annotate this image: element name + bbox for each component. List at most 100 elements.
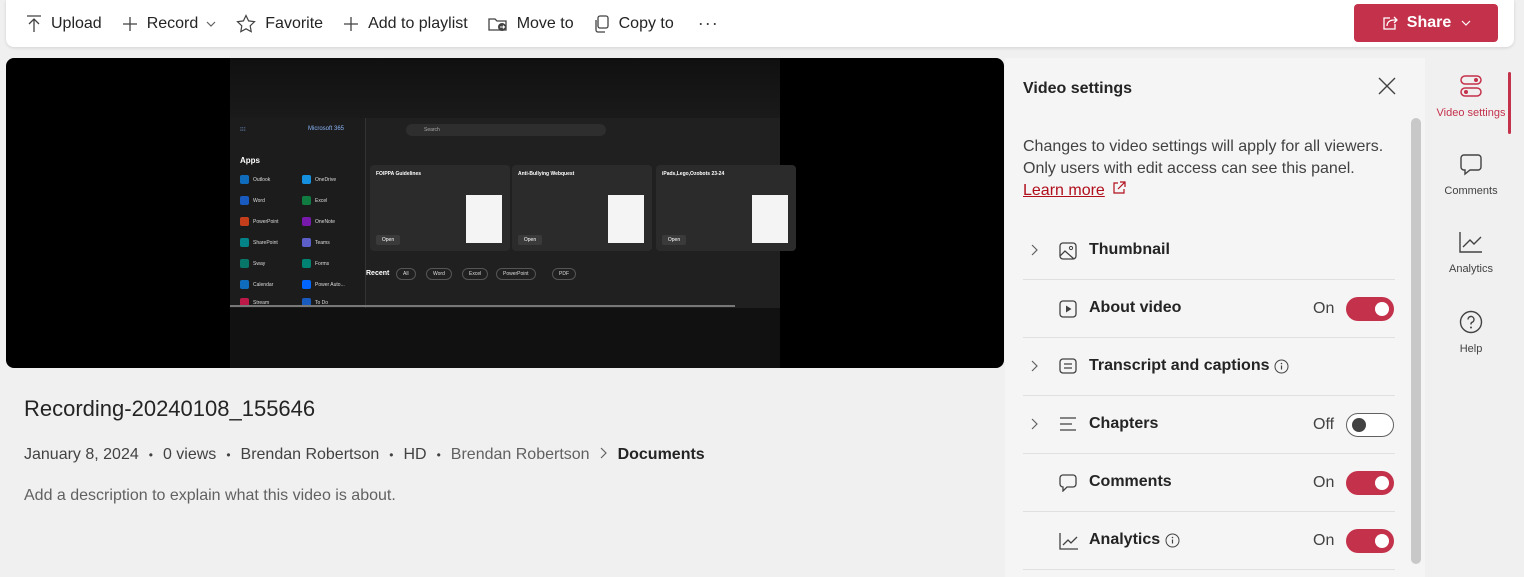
rail-video-settings[interactable]: Video settings [1428, 74, 1514, 119]
rail-label: Comments [1444, 185, 1498, 197]
app-item: Excel [302, 196, 327, 205]
file-card: iPads,Lego,Ozobots 23-24 Open [656, 165, 796, 251]
setting-row-analytics: Analytics On [1023, 512, 1395, 570]
copy-to-button[interactable]: Copy to [594, 0, 674, 47]
m365-screenshot: ⁝⁝⁝ Microsoft 365 Apps Outlook OneDrive … [230, 118, 796, 308]
copy-to-label: Copy to [618, 14, 674, 32]
app-item: PowerPoint [240, 217, 279, 226]
captions-icon [1059, 358, 1077, 374]
chapters-toggle[interactable] [1346, 413, 1394, 437]
move-to-label: Move to [516, 14, 574, 32]
analytics-icon [1059, 533, 1078, 550]
rail-help[interactable]: Help [1428, 310, 1514, 355]
about-video-toggle[interactable] [1346, 297, 1394, 321]
setting-label: Comments [1089, 473, 1172, 490]
close-button[interactable] [1377, 76, 1397, 101]
upload-button[interactable]: Upload [26, 0, 102, 47]
filter-chip: PowerPoint [496, 268, 536, 280]
app-item: Calendar [240, 280, 273, 289]
rail-comments[interactable]: Comments [1428, 152, 1514, 197]
breadcrumb-current[interactable]: Documents [618, 446, 705, 464]
filter-chip: PDF [552, 268, 576, 280]
chevron-right-icon [1031, 244, 1038, 256]
share-label: Share [1406, 14, 1452, 31]
panel-title: Video settings [1023, 80, 1133, 97]
info-icon[interactable] [1274, 359, 1289, 374]
video-settings-icon [1460, 75, 1482, 97]
rail-analytics[interactable]: Analytics [1428, 230, 1514, 275]
comments-toggle[interactable] [1346, 471, 1394, 495]
toggle-state: On [1313, 532, 1335, 549]
app-item: OneNote [302, 217, 335, 226]
more-options-button[interactable]: ··· [698, 0, 719, 47]
add-to-playlist-button[interactable]: Add to playlist [343, 0, 468, 47]
m365-label: Microsoft 365 [308, 126, 345, 132]
setting-label: Analytics [1089, 531, 1180, 549]
view-count: 0 views [162, 446, 217, 463]
upload-icon [27, 14, 41, 32]
file-card: Anti-Bullying Webquest Open [512, 165, 652, 251]
info-icon[interactable] [1165, 533, 1180, 548]
favorite-button[interactable]: Favorite [236, 0, 323, 47]
star-icon [236, 14, 257, 33]
share-icon [1383, 16, 1398, 30]
video-progress-bar[interactable] [230, 305, 735, 307]
setting-row-about-video: About video On [1023, 280, 1395, 338]
favorite-label: Favorite [265, 14, 324, 32]
plus-icon [122, 16, 137, 31]
right-rail: Video settings Comments Analytics Help [1428, 58, 1524, 577]
video-date: January 8, 2024 [24, 446, 139, 463]
setting-row-thumbnail[interactable]: Thumbnail [1023, 222, 1395, 280]
comment-icon [1460, 154, 1482, 176]
video-frame: ⁝⁝⁝ Microsoft 365 Apps Outlook OneDrive … [230, 58, 796, 368]
breadcrumb-root[interactable]: Brendan Robertson [451, 446, 590, 464]
setting-label: About video [1089, 299, 1182, 316]
setting-label: Transcript and captions [1089, 357, 1289, 375]
rail-label: Help [1459, 343, 1483, 355]
toggle-state: On [1313, 300, 1335, 317]
setting-label: Thumbnail [1089, 241, 1170, 258]
chevron-right-icon [600, 446, 608, 464]
video-title: Recording-20240108_155646 [24, 396, 316, 421]
toggle-state: On [1313, 474, 1335, 491]
app-item: Teams [302, 238, 330, 247]
help-icon [1459, 310, 1483, 334]
setting-label: Chapters [1089, 415, 1159, 432]
video-metadata: January 8, 2024 • 0 views • Brendan Robe… [24, 446, 705, 464]
move-to-button[interactable]: Move to [488, 0, 574, 47]
analytics-icon [1459, 232, 1482, 253]
add-to-playlist-label: Add to playlist [368, 14, 468, 32]
filter-chip: All [396, 268, 416, 280]
video-player[interactable]: ⁝⁝⁝ Microsoft 365 Apps Outlook OneDrive … [6, 58, 1004, 368]
description-field[interactable]: Add a description to explain what this v… [24, 487, 396, 505]
video-author[interactable]: Brendan Robertson [241, 446, 380, 464]
filter-chip: Excel [462, 268, 489, 280]
setting-row-comments: Comments On [1023, 454, 1395, 512]
upload-label: Upload [51, 14, 102, 32]
panel-scrollbar[interactable] [1411, 118, 1421, 564]
plus-icon [344, 16, 359, 31]
record-button[interactable]: Record [122, 0, 217, 47]
app-item: Power Auto... [302, 280, 345, 289]
learn-more-link[interactable]: Learn more [1023, 182, 1105, 199]
setting-row-transcript[interactable]: Transcript and captions [1023, 338, 1395, 396]
play-box-icon [1059, 300, 1077, 318]
file-card: FOIPPA Guidelines Open [370, 165, 510, 251]
app-item: OneDrive [302, 175, 336, 184]
filter-chip: Word [426, 268, 452, 280]
app-launcher: ⁝⁝⁝ Microsoft 365 Apps Outlook OneDrive … [230, 118, 366, 308]
app-item: Outlook [240, 175, 270, 184]
app-item: Sway [240, 259, 265, 268]
command-bar: Upload Record Favorite Add to playlist M… [6, 0, 1514, 47]
chevron-right-icon [1031, 418, 1038, 430]
analytics-toggle[interactable] [1346, 529, 1394, 553]
chevron-down-icon [206, 21, 216, 27]
quality-badge: HD [403, 446, 427, 463]
setting-row-chapters[interactable]: Chapters Off [1023, 396, 1395, 454]
rail-label: Video settings [1436, 107, 1506, 119]
chapters-icon [1060, 417, 1076, 431]
record-label: Record [146, 14, 199, 32]
share-button[interactable]: Share [1354, 4, 1498, 42]
app-item: Word [240, 196, 265, 205]
m365-search: Search [406, 124, 606, 136]
